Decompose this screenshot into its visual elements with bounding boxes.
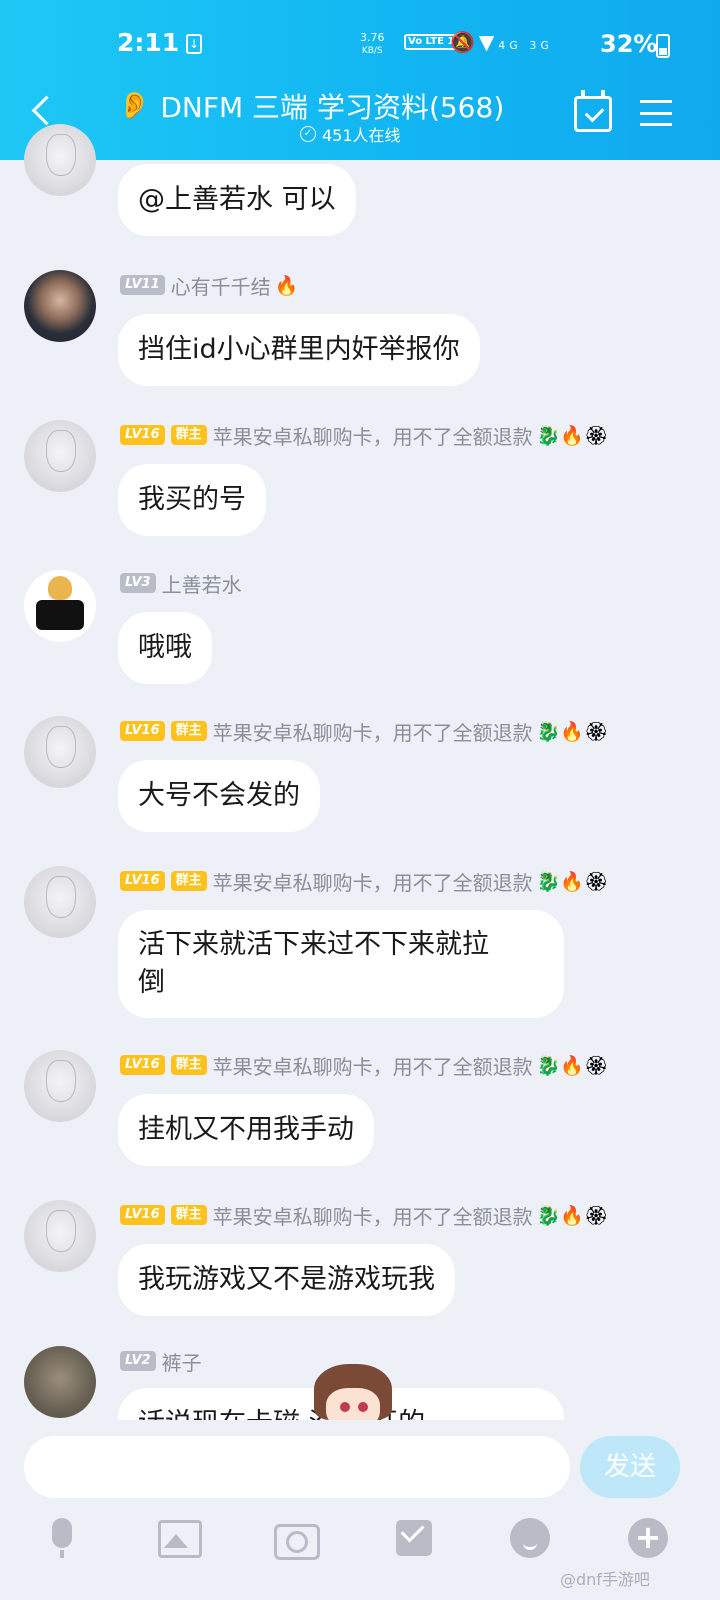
camera-icon[interactable] [272,1516,320,1560]
avatar[interactable] [24,1200,96,1272]
avatar[interactable] [24,1346,96,1418]
sender-info: LV3 上善若水 [120,569,242,598]
owner-badge: 群主 [170,1205,207,1225]
download-icon: ↓ [186,34,202,54]
sender-name[interactable]: 苹果安卓私聊购卡，用不了全额退款 [213,1201,533,1230]
wifi-icon: ▼ [478,30,499,54]
level-badge: LV16 [120,1205,165,1225]
message-bubble[interactable]: 挂机又不用我手动 [118,1094,374,1166]
message-bubble[interactable]: @上善若水 可以 [118,164,356,236]
message-bubble[interactable]: 我买的号 [118,464,266,536]
chat-title-row[interactable]: 👂 DNFM 三端 学习资料(568) [118,86,504,126]
honor-icons: 🐉🔥🏵 [536,424,609,447]
level-badge: LV2 [120,1351,156,1371]
sender-info: LV16 群主 苹果安卓私聊购卡，用不了全额退款 🐉🔥🏵 [120,867,609,896]
status-time: 2:11 [117,28,180,57]
sender-info: LV2 裤子 [120,1347,202,1376]
sticker-eye [340,1402,350,1412]
battery-percent: 32% [600,30,658,58]
sender-name[interactable]: 苹果安卓私聊购卡，用不了全额退款 [213,1051,533,1080]
level-badge: LV16 [120,425,165,445]
message-text: 大号不会发的 [138,780,300,811]
message-text: 我买的号 [138,484,246,515]
avatar[interactable] [24,270,96,342]
message-text-line: 倒 [138,967,165,998]
honor-icons: 🐉🔥🏵 [536,1054,609,1077]
microphone-icon[interactable] [40,1516,84,1560]
level-badge: LV3 [120,573,156,593]
honor-icons: 🐉🔥🏵 [536,720,609,743]
avatar[interactable] [24,1050,96,1122]
message-text: 哦哦 [138,632,192,663]
message-text: @上善若水 可以 [138,184,336,215]
fire-icon: 🔥 [274,274,299,297]
red-packet-icon[interactable] [392,1516,436,1560]
avatar[interactable] [24,716,96,788]
message-text: 我玩游戏又不是游戏玩我 [138,1264,435,1295]
owner-badge: 群主 [170,425,207,445]
sender-name[interactable]: 苹果安卓私聊购卡，用不了全额退款 [213,717,533,746]
avatar[interactable] [24,124,96,196]
sticker-eye [358,1402,368,1412]
net-speed-unit: KB/S [361,46,383,56]
honor-icons: 🐉🔥🏵 [536,870,609,893]
net-speed-value: 3.76 [360,31,385,44]
sender-name[interactable]: 苹果安卓私聊购卡，用不了全额退款 [213,867,533,896]
calendar-checkin-button[interactable] [574,90,612,132]
cell-signal-icon: 4G 3G [498,39,553,52]
online-count-text: 451人在线 [322,126,401,145]
online-count[interactable]: ✓ 451人在线 [300,122,401,146]
sender-info: LV16 群主 苹果安卓私聊购卡，用不了全额退款 🐉🔥🏵 [120,717,609,746]
sender-name[interactable]: 心有千千结 [171,271,271,300]
plus-icon[interactable] [626,1516,670,1560]
level-badge: LV16 [120,871,165,891]
avatar[interactable] [24,866,96,938]
battery-icon [656,34,670,58]
owner-badge: 群主 [170,1055,207,1075]
message-bubble[interactable]: 大号不会发的 [118,760,320,832]
avatar[interactable] [24,570,96,642]
status-bar: 2:11 ↓ 3.76 KB/S Vo LTE 1 🔕▼4G 3G 32% [0,28,720,68]
message-bubble[interactable]: 哦哦 [118,612,212,684]
sender-name[interactable]: 裤子 [162,1347,202,1376]
honor-icons: 🐉🔥🏵 [536,1204,609,1227]
sender-name[interactable]: 苹果安卓私聊购卡，用不了全额退款 [213,421,533,450]
emoji-icon[interactable] [508,1516,552,1560]
chat-title: DNFM 三端 学习资料(568) [160,91,505,124]
message-bubble[interactable]: 挡住id小心群里内奸举报你 [118,314,480,386]
signal-icons: 🔕▼4G 3G [450,30,553,54]
send-button[interactable]: 发送 [580,1436,680,1498]
level-badge: LV11 [120,275,165,295]
image-icon[interactable] [156,1516,202,1560]
sender-info: LV16 群主 苹果安卓私聊购卡，用不了全额退款 🐉🔥🏵 [120,421,609,450]
message-text-line: 活下来就活下来过不下来就拉 [138,929,489,960]
message-bubble[interactable]: 我玩游戏又不是游戏玩我 [118,1244,455,1316]
chat-header: 2:11 ↓ 3.76 KB/S Vo LTE 1 🔕▼4G 3G 32% 👂 … [0,0,720,160]
mute-icon: 🔕 [450,30,479,54]
sender-info: LV16 群主 苹果安卓私聊购卡，用不了全额退款 🐉🔥🏵 [120,1201,609,1230]
message-input[interactable] [24,1436,570,1498]
level-badge: LV16 [120,721,165,741]
level-badge: LV16 [120,1055,165,1075]
menu-button[interactable] [640,100,672,126]
sender-info: LV16 群主 苹果安卓私聊购卡，用不了全额退款 🐉🔥🏵 [120,1051,609,1080]
sender-name[interactable]: 上善若水 [162,569,242,598]
ear-icon: 👂 [118,91,151,121]
message-text: 挂机又不用我手动 [138,1114,354,1145]
owner-badge: 群主 [170,871,207,891]
message-bubble[interactable]: 活下来就活下来过不下来就拉 倒 [118,910,564,1018]
watermark: @dnf手游吧 [560,1570,650,1589]
avatar[interactable] [24,420,96,492]
owner-badge: 群主 [170,721,207,741]
net-speed: 3.76 KB/S [360,32,385,57]
online-status-icon: ✓ [300,126,316,142]
message-text: 挡住id小心群里内奸举报你 [138,334,460,365]
sender-info: LV11 心有千千结 🔥 [120,271,299,300]
